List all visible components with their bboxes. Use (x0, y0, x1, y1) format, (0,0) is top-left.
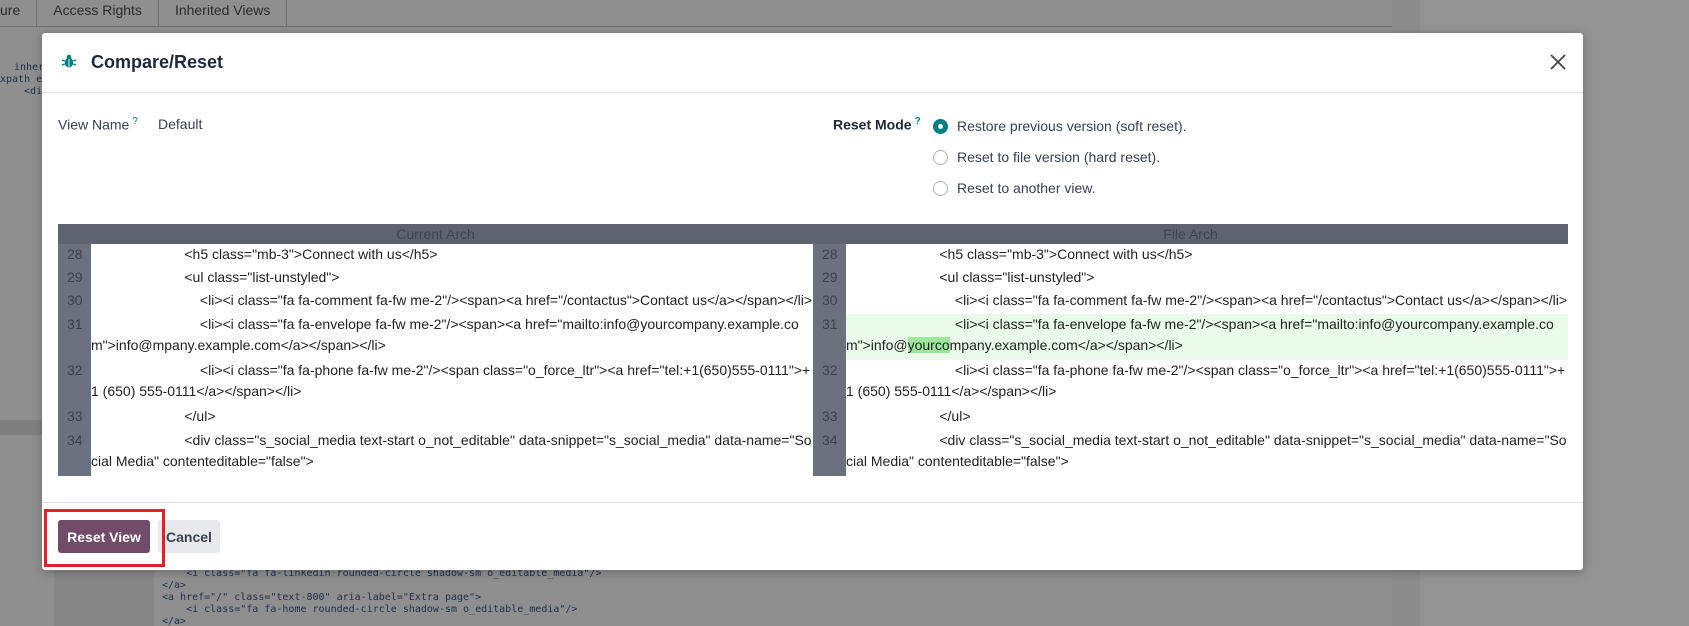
current-code: <li><i class="fa fa-phone fa-fw me-2"/><… (91, 359, 813, 407)
line-number: 33 (58, 406, 91, 430)
file-code-added: <li><i class="fa fa-envelope fa-fw me-2"… (846, 313, 1568, 360)
code-line: </a> (162, 580, 187, 591)
diff-header-row: Current Arch File Arch (58, 224, 1568, 244)
cancel-button[interactable]: Cancel (158, 520, 220, 553)
line-number: 29 (813, 267, 846, 291)
notebook-tabs: ure Access Rights Inherited Views (0, 0, 288, 27)
file-code: <h5 class="mb-3">Connect with us</h5> (846, 244, 1568, 268)
reset-option-label: Reset to another view. (957, 180, 1096, 196)
dialog-title: Compare/Reset (91, 52, 224, 72)
reset-mode-label-text: Reset Mode (833, 116, 912, 133)
tab-architecture[interactable]: ure (0, 0, 38, 27)
diff-row: 29 <ul class="list-unstyled"> 29 <ul cla… (58, 267, 1568, 291)
code-line: <i class="fa fa-home rounded-circle shad… (162, 604, 578, 615)
tab-inherited-views[interactable]: Inherited Views (158, 0, 288, 27)
reset-option-label: Restore previous version (soft reset). (957, 118, 1187, 134)
current-code: <li><i class="fa fa-comment fa-fw me-2"/… (91, 290, 813, 314)
reset-option-soft[interactable]: Restore previous version (soft reset). (933, 116, 1187, 136)
code-line: </a> (162, 616, 187, 626)
close-icon[interactable] (1545, 49, 1571, 75)
line-number: 29 (58, 267, 91, 291)
arch-diff-table: Current Arch File Arch 28 <h5 class="mb-… (58, 224, 1568, 476)
code-line: <a href="/" class="text-800" aria-label=… (162, 592, 482, 603)
help-icon[interactable]: ? (132, 116, 138, 127)
diff-row: 30 <li><i class="fa fa-comment fa-fw me-… (58, 290, 1568, 314)
file-code: </ul> (846, 406, 1568, 430)
background-band (0, 420, 45, 435)
current-code: <div class="s_social_media text-start o_… (91, 429, 813, 476)
line-number: 28 (813, 244, 846, 268)
highlight-box (44, 509, 165, 567)
diff-row: 34 <div class="s_social_media text-start… (58, 429, 1568, 476)
current-code: </ul> (91, 406, 813, 430)
dialog-footer: Reset View Cancel (42, 502, 1583, 570)
line-number: 33 (813, 406, 846, 430)
compare-reset-dialog: Compare/Reset View Name? Default Reset M… (42, 33, 1583, 570)
tabs-divider (0, 26, 1392, 27)
current-code: <h5 class="mb-3">Connect with us</h5> (91, 244, 813, 268)
current-code: <li><i class="fa fa-envelope fa-fw me-2"… (91, 313, 813, 360)
diff-row: 28 <h5 class="mb-3">Connect with us</h5>… (58, 244, 1568, 268)
line-number: 34 (813, 429, 846, 476)
file-code: <li><i class="fa fa-comment fa-fw me-2"/… (846, 290, 1568, 314)
diff-row: 32 <li><i class="fa fa-phone fa-fw me-2"… (58, 359, 1568, 407)
bug-icon (61, 54, 77, 68)
view-name-label-text: View Name (58, 116, 130, 133)
current-arch-header: Current Arch (396, 226, 475, 242)
file-code: <ul class="list-unstyled"> (846, 267, 1568, 291)
line-number: 31 (813, 313, 846, 360)
radio-unchecked-icon[interactable] (933, 149, 948, 165)
view-name-label: View Name? (58, 116, 138, 133)
reset-option-hard[interactable]: Reset to file version (hard reset). (933, 147, 1160, 167)
dialog-header: Compare/Reset (42, 33, 1583, 93)
reset-option-label: Reset to file version (hard reset). (957, 149, 1161, 165)
file-code: <div class="s_social_media text-start o_… (846, 429, 1568, 476)
tab-access-rights[interactable]: Access Rights (37, 0, 159, 27)
diff-changed-segment: yourco (907, 336, 950, 353)
diff-row: 33 </ul> 33 </ul> (58, 406, 1568, 430)
code-line: xpath e (0, 74, 43, 85)
file-arch-header: File Arch (1163, 226, 1218, 242)
line-number: 30 (58, 290, 91, 314)
line-number: 32 (813, 359, 846, 407)
line-number: 28 (58, 244, 91, 268)
radio-unchecked-icon[interactable] (933, 180, 948, 196)
line-number: 32 (58, 359, 91, 407)
help-icon[interactable]: ? (915, 116, 921, 127)
diff-row-changed: 31 <li><i class="fa fa-envelope fa-fw me… (58, 313, 1568, 360)
radio-checked-icon[interactable] (933, 118, 948, 134)
reset-option-other-view[interactable]: Reset to another view. (933, 178, 1096, 198)
current-code: <ul class="list-unstyled"> (91, 267, 813, 291)
code-segment: mpany.example.com</a></span></li> (949, 336, 1183, 353)
view-name-value: Default (158, 116, 203, 132)
line-number: 30 (813, 290, 846, 314)
reset-mode-label: Reset Mode? (833, 116, 921, 133)
line-number: 31 (58, 313, 91, 360)
line-number: 34 (58, 429, 91, 476)
file-code: <li><i class="fa fa-phone fa-fw me-2"/><… (846, 359, 1568, 407)
